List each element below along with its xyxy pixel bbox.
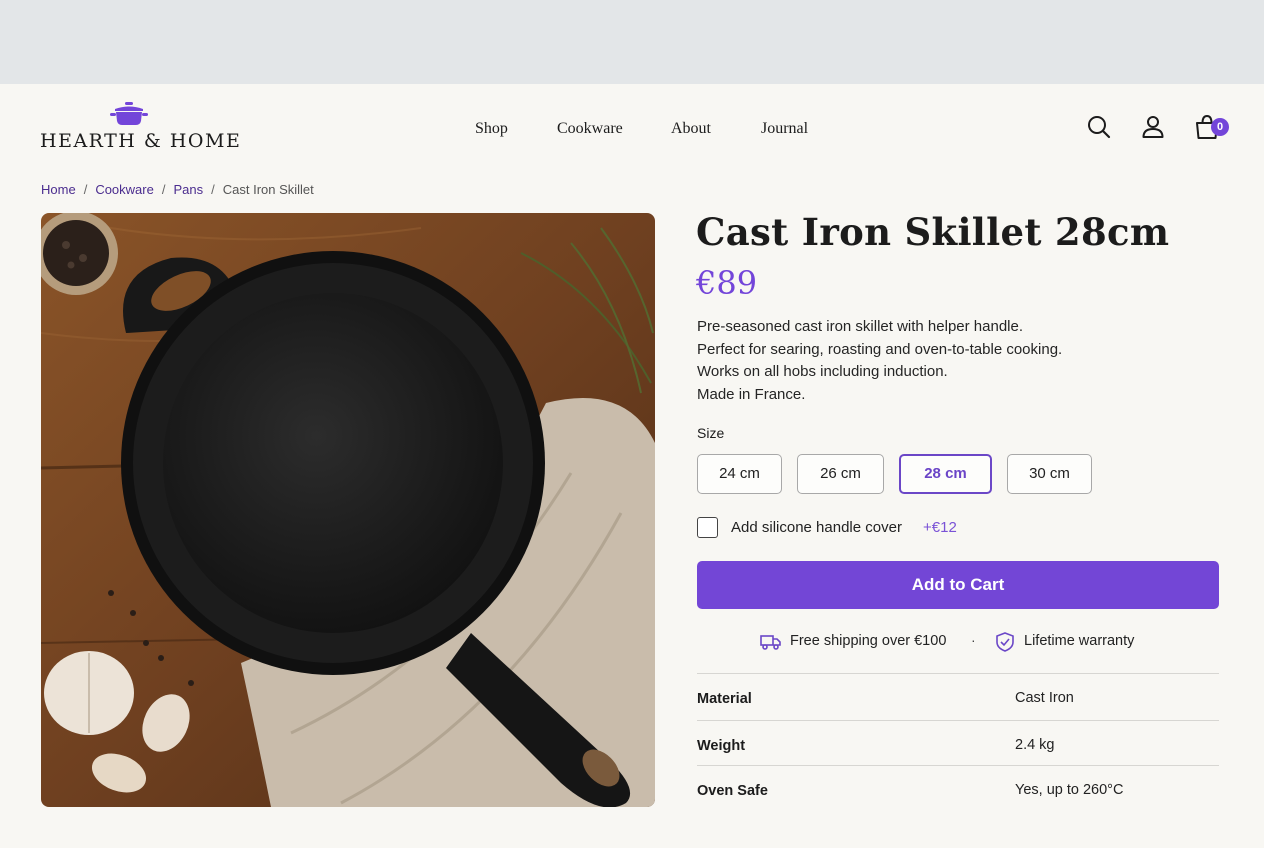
product-title: Cast Iron Skillet 28cm xyxy=(696,210,1170,254)
breadcrumb-pans[interactable]: Pans xyxy=(173,182,203,197)
browser-chrome xyxy=(0,0,1264,84)
addon-label: Add silicone handle cover xyxy=(731,519,902,536)
addon-price: +€12 xyxy=(923,519,957,536)
shipping-perks: Free shipping over €100 · Lifetime warra… xyxy=(760,632,1180,652)
table-row: Weight 2.4 kg xyxy=(697,720,1219,765)
nav-journal[interactable]: Journal xyxy=(761,120,808,138)
skillet-photo xyxy=(41,213,655,807)
perk-free-shipping: Free shipping over €100 xyxy=(790,633,947,649)
table-row: Material Cast Iron xyxy=(697,673,1219,720)
description-line: Perfect for searing, roasting and oven-t… xyxy=(697,340,1063,358)
breadcrumb-current: Cast Iron Skillet xyxy=(222,182,314,197)
size-option-26[interactable]: 26 cm xyxy=(797,454,884,494)
nav-about[interactable]: About xyxy=(671,120,711,138)
nav-cookware[interactable]: Cookware xyxy=(557,120,623,138)
spec-value: Yes, up to 260°C xyxy=(1015,782,1124,798)
table-row: Oven Safe Yes, up to 260°C xyxy=(697,765,1219,810)
product-price: €89 xyxy=(696,264,758,302)
perk-separator: · xyxy=(971,632,976,648)
description-line: Works on all hobs including induction. xyxy=(697,363,948,380)
breadcrumb-home[interactable]: Home xyxy=(41,182,76,197)
perk-lifetime-warranty: Lifetime warranty xyxy=(1024,633,1135,649)
truck-icon xyxy=(760,635,781,650)
spec-value: Cast Iron xyxy=(1015,690,1074,706)
spec-table: Material Cast Iron Weight 2.4 kg Oven Sa… xyxy=(697,673,1219,810)
description-line: Pre-seasoned cast iron skillet with help… xyxy=(697,318,1024,335)
brand-logo[interactable]: HEARTH & HOME xyxy=(40,102,240,152)
spec-key: Oven Safe xyxy=(697,783,768,799)
size-option-24[interactable]: 24 cm xyxy=(697,454,782,494)
user-icon[interactable] xyxy=(1140,114,1166,140)
size-option-30[interactable]: 30 cm xyxy=(1007,454,1092,494)
site-header: HEARTH & HOME Shop Cookware About Journa… xyxy=(0,84,1264,174)
spec-key: Weight xyxy=(697,738,746,754)
nav-shop[interactable]: Shop xyxy=(475,120,508,138)
dutch-oven-icon xyxy=(110,102,148,125)
size-label: Size xyxy=(697,425,725,441)
handle-cover-checkbox[interactable] xyxy=(697,517,718,538)
spec-value: 2.4 kg xyxy=(1015,737,1055,753)
size-option-28[interactable]: 28 cm xyxy=(899,454,992,494)
search-icon[interactable] xyxy=(1086,114,1112,140)
product-image[interactable] xyxy=(41,213,655,807)
shield-check-icon xyxy=(996,632,1014,652)
breadcrumb-cookware[interactable]: Cookware xyxy=(95,182,154,197)
breadcrumb: Home / Cookware / Pans / Cast Iron Skillet xyxy=(41,182,314,197)
brand-name: HEARTH & HOME xyxy=(40,130,242,152)
spec-key: Material xyxy=(697,691,752,707)
product-description: Pre-seasoned cast iron skillet with help… xyxy=(697,316,1062,406)
description-line: Made in France. xyxy=(697,385,806,403)
add-to-cart-button[interactable]: Add to Cart xyxy=(697,561,1219,609)
cart-count-badge[interactable]: 0 xyxy=(1211,118,1229,136)
